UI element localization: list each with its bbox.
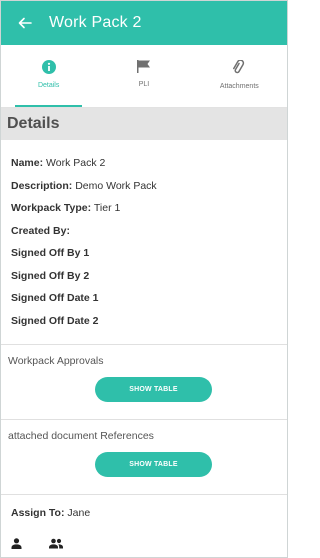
details-header: Details (1, 108, 287, 140)
field-signed-off-by-1: Signed Off By 1 (11, 247, 90, 259)
tab-attachments[interactable]: Attachments (192, 45, 287, 107)
flag-icon (136, 60, 150, 73)
field-workpack-type: Workpack Type: Tier 1 (11, 202, 121, 214)
people-icon (49, 538, 63, 548)
approvals-show-table-button[interactable]: SHOW TABLE (95, 377, 212, 402)
assign-to-value: Jane (67, 507, 91, 519)
assign-to-label: Assign To: (11, 507, 65, 519)
tab-bar: Details PLI Attachments (1, 45, 287, 108)
page-title: Work Pack 2 (49, 14, 142, 31)
field-description: Description: Demo Work Pack (11, 179, 157, 192)
tab-pli[interactable]: PLI (96, 45, 191, 107)
approvals-title: Workpack Approvals (8, 355, 104, 367)
paperclip-icon (233, 60, 245, 74)
tab-attachments-label: Attachments (219, 83, 259, 90)
back-button[interactable] (1, 1, 49, 45)
documents-show-table-button[interactable]: SHOW TABLE (95, 452, 212, 477)
documents-title: attached document References (8, 430, 154, 442)
field-signed-off-by-2: Signed Off By 2 (11, 269, 90, 282)
assign-user-button[interactable] (11, 535, 49, 551)
tab-details-label: Details (37, 82, 60, 89)
tab-pli-label: PLI (138, 81, 150, 88)
field-signed-off-date-1: Signed Off Date 1 (11, 292, 99, 304)
tab-details[interactable]: Details (1, 45, 96, 107)
person-icon (11, 537, 22, 549)
app-bar: Work Pack 2 (1, 1, 287, 45)
app-frame: Work Pack 2 Details PLI Attachments Deta… (0, 0, 288, 558)
assign-to-field: Assign To: Jane (1, 495, 287, 519)
approvals-section: Workpack Approvals SHOW TABLE (1, 345, 287, 408)
field-signed-off-date-2: Signed Off Date 2 (11, 314, 99, 327)
assign-group-button[interactable] (49, 535, 87, 551)
assign-icons (11, 535, 287, 551)
arrow-left-icon (18, 17, 32, 29)
info-icon (41, 60, 56, 74)
field-name: Name: Work Pack 2 (11, 157, 106, 169)
documents-section: attached document References SHOW TABLE (1, 420, 287, 483)
field-created-by: Created By: (11, 224, 70, 237)
details-fields: Name: Work Pack 2 Description: Demo Work… (1, 140, 287, 332)
